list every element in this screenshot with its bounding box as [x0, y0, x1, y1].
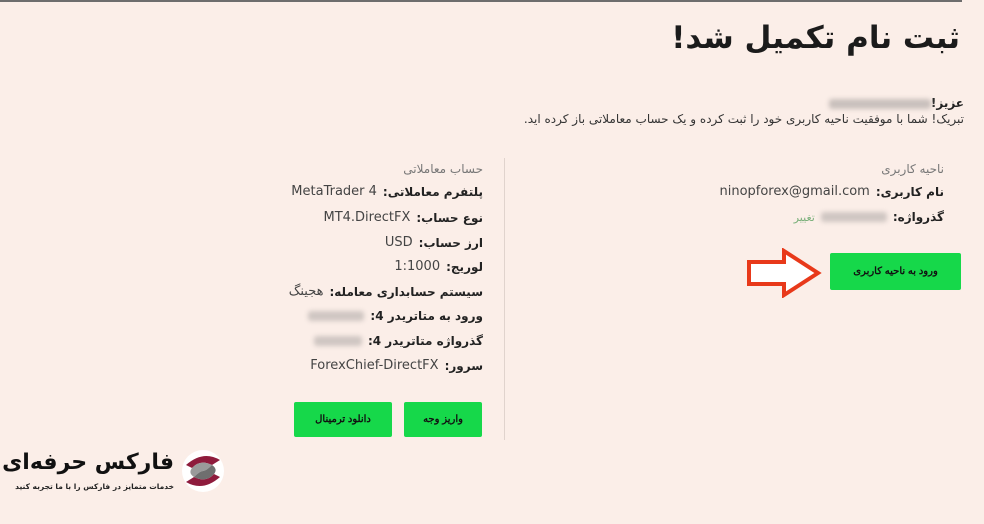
- download-terminal-button[interactable]: دانلود ترمینال: [294, 402, 392, 437]
- change-password-link[interactable]: تغییر: [794, 211, 815, 224]
- account-row-label: لوریج:: [446, 259, 483, 274]
- account-row: گذرواژه متاتریدر 4:: [313, 334, 483, 348]
- account-row-value: MT4.DirectFX: [323, 210, 411, 225]
- account-row: پلتفرم معاملاتی: MetaTrader 4: [291, 184, 483, 199]
- username-label: نام کاربری:: [875, 184, 944, 199]
- congrats-message: تبریک! شما با موفقیت ناحیه کاربری خود را…: [523, 112, 964, 126]
- blurred-mt4-login: [308, 311, 365, 321]
- username-row: نام کاربری: ninopforex@gmail.com: [719, 184, 944, 199]
- account-row-label: سرور:: [444, 358, 483, 373]
- account-row: ورود به متاتریدر 4:: [308, 309, 483, 323]
- account-row: لوریج: 1:1000: [394, 259, 483, 274]
- login-user-area-button[interactable]: ورود به ناحیه کاربری: [830, 253, 961, 290]
- blurred-mt4-password: [313, 336, 362, 346]
- account-row-label: ورود به متاتریدر 4:: [370, 309, 483, 323]
- blurred-user-name: [828, 98, 931, 109]
- greeting-salutation: عزیز!: [930, 96, 964, 110]
- greeting-line: عزیز!: [823, 96, 964, 110]
- account-row-label: سیستم حسابداری معامله:: [329, 284, 483, 299]
- section-divider: [504, 158, 505, 440]
- account-row: ارز حساب: USD: [385, 235, 483, 250]
- user-area-title: ناحیه کاربری: [881, 162, 944, 176]
- account-row: سیستم حسابداری معامله: هجینگ: [289, 284, 483, 299]
- account-row-label: نوع حساب:: [416, 210, 483, 225]
- account-row-value: MetaTrader 4: [291, 184, 377, 199]
- arrow-right-icon: [747, 248, 822, 298]
- account-row-label: ارز حساب:: [418, 235, 483, 250]
- logo-text: فارکس حرفه‌ای: [2, 450, 174, 475]
- deposit-button[interactable]: واریز وجه: [404, 402, 482, 437]
- account-row: نوع حساب: MT4.DirectFX: [323, 210, 483, 225]
- account-row: سرور: ForexChief-DirectFX: [310, 358, 483, 373]
- account-row-value: هجینگ: [288, 284, 324, 299]
- brand-logo: فارکس حرفه‌ای خدمات متمایز در فارکس را ب…: [2, 448, 232, 498]
- logo-tagline: خدمات متمایز در فارکس را با ما تجربه کنی…: [15, 482, 174, 491]
- username-value: ninopforex@gmail.com: [719, 184, 870, 199]
- top-rule: [0, 0, 962, 2]
- account-row-value: ForexChief-DirectFX: [310, 358, 439, 373]
- logo-mark-icon: [182, 450, 224, 492]
- page-title: ثبت نام تکمیل شد!: [671, 20, 960, 56]
- account-row-label: گذرواژه متاتریدر 4:: [367, 334, 483, 348]
- account-row-label: پلتفرم معاملاتی:: [382, 184, 483, 199]
- password-label: گذرواژه:: [892, 210, 944, 224]
- password-row: گذرواژه: تغییر: [794, 210, 944, 224]
- blurred-password: [820, 212, 887, 222]
- account-row-value: 1:1000: [394, 259, 441, 274]
- trading-account-title: حساب معاملاتی: [403, 162, 483, 176]
- account-row-value: USD: [384, 235, 413, 250]
